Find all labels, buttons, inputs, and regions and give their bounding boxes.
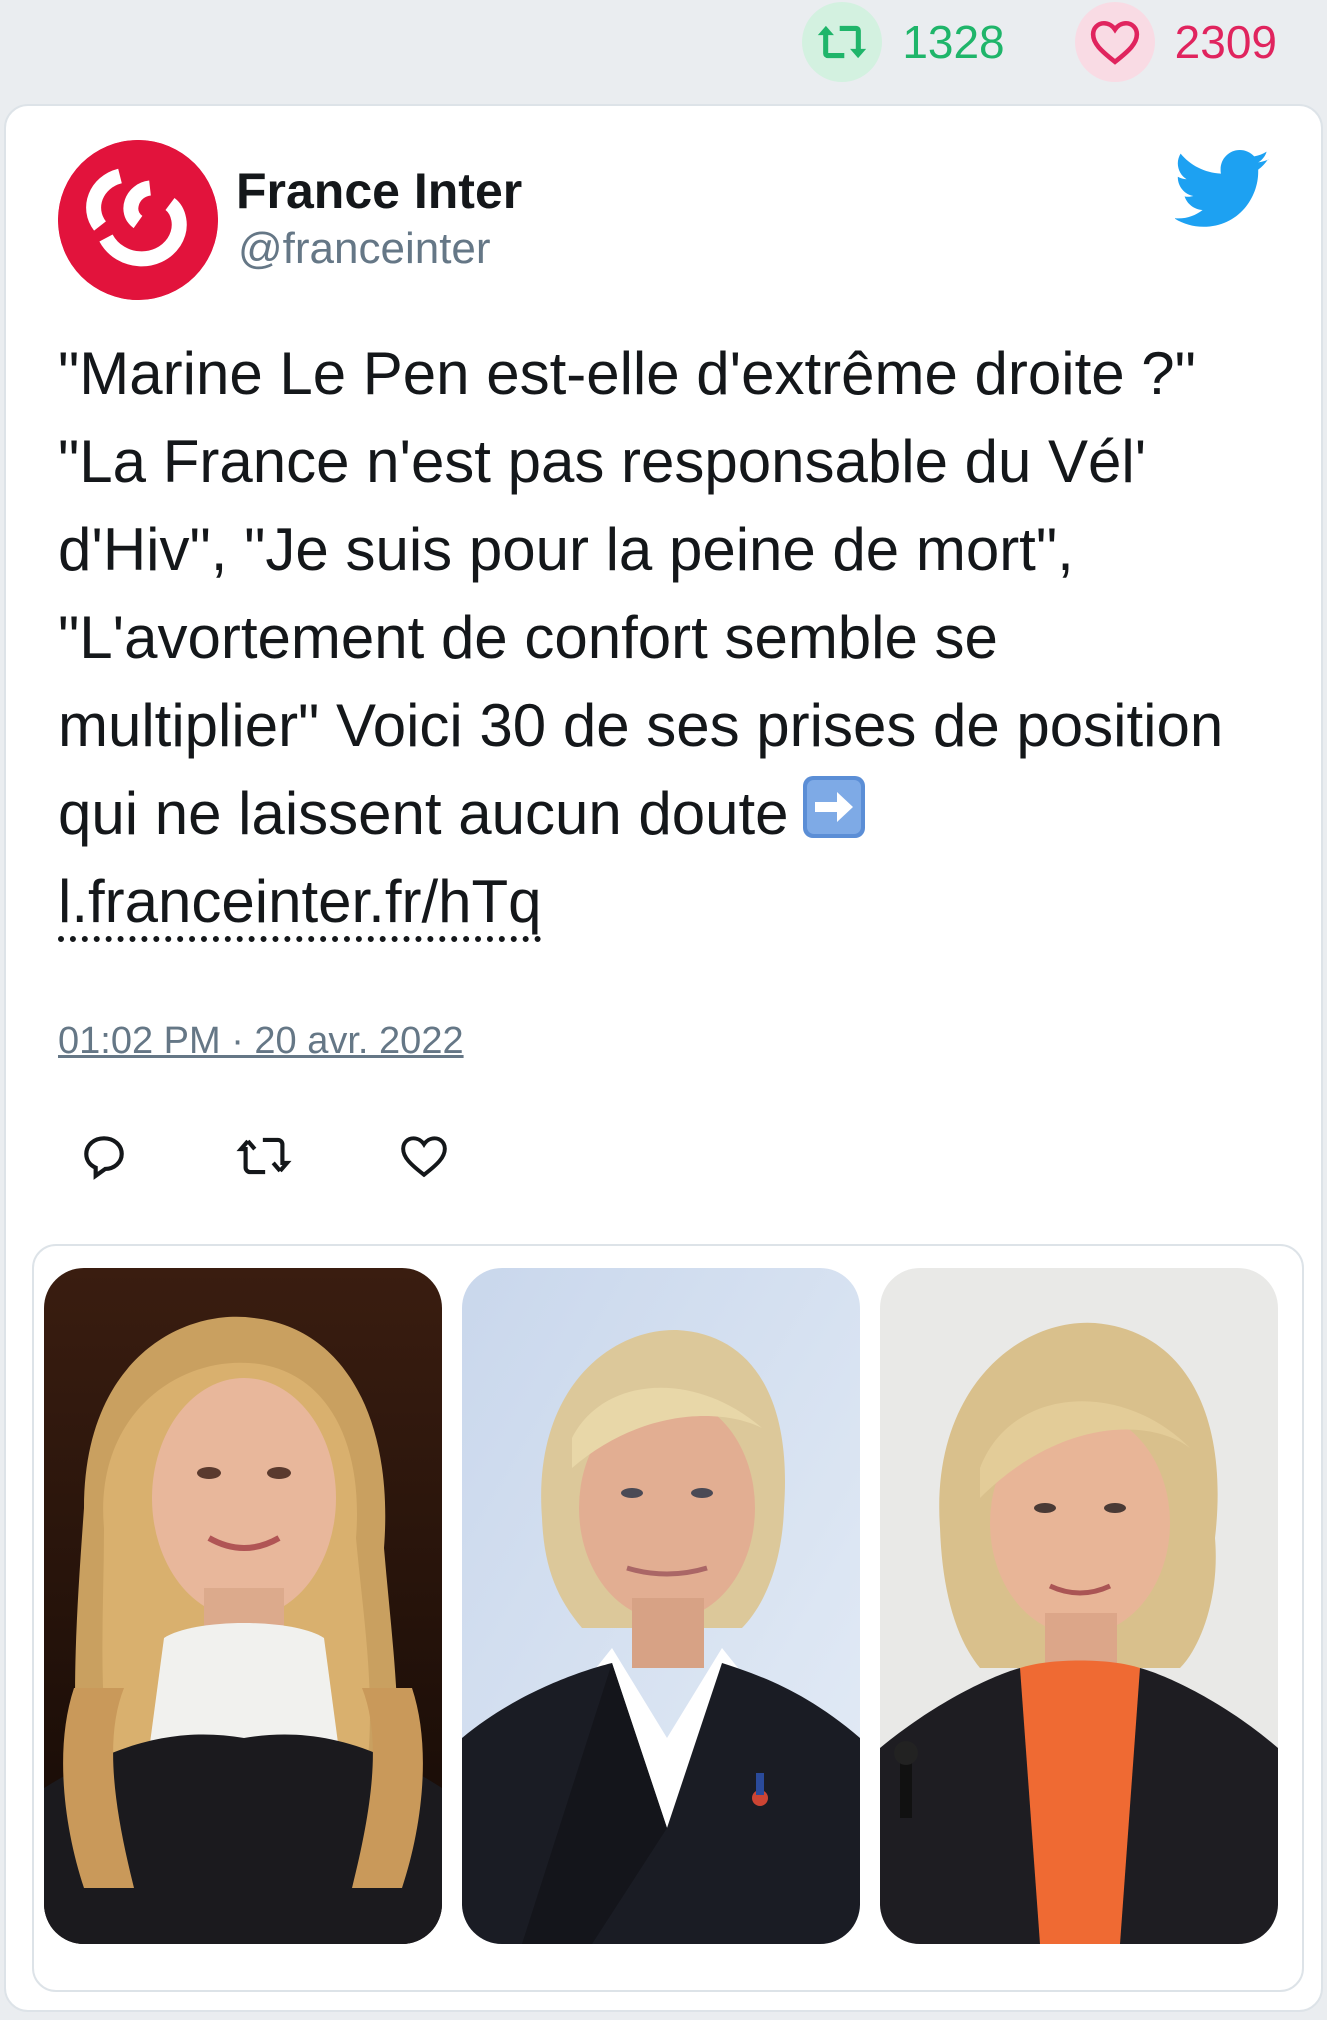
like-stat[interactable]: 2309 <box>1074 2 1277 82</box>
tweet-timestamp[interactable]: 01:02 PM · 20 avr. 2022 <box>58 1020 464 1063</box>
tweet-link[interactable]: l.franceinter.fr/hTq <box>58 868 542 935</box>
twitter-bird-icon[interactable] <box>1173 150 1271 230</box>
author-name[interactable]: France Inter <box>236 162 522 220</box>
heart-icon <box>1074 2 1155 82</box>
author-handle[interactable]: @franceinter <box>238 224 491 274</box>
tweet-actions <box>74 1126 454 1186</box>
reply-icon[interactable] <box>74 1126 134 1186</box>
retweet-icon <box>802 2 883 82</box>
tweet-page: 1328 2309 France Inter @franceinter "Mar… <box>0 0 1327 2020</box>
engagement-stats: 1328 2309 <box>802 0 1277 84</box>
retweet-icon[interactable] <box>234 1126 294 1186</box>
right-arrow-emoji-icon <box>801 774 867 840</box>
tweet-photo[interactable] <box>462 1268 860 1944</box>
tweet-photo[interactable] <box>44 1268 442 1944</box>
heart-icon[interactable] <box>394 1126 454 1186</box>
media-attachment[interactable] <box>32 1244 1304 1992</box>
france-inter-logo <box>58 140 218 300</box>
tweet-text: "Marine Le Pen est-elle d'extrême droite… <box>58 330 1268 946</box>
tweet-photo[interactable] <box>880 1268 1278 1944</box>
tweet-card: France Inter @franceinter "Marine Le Pen… <box>4 104 1323 2012</box>
like-count: 2309 <box>1174 16 1277 68</box>
avatar[interactable] <box>58 140 218 300</box>
retweet-stat[interactable]: 1328 <box>802 2 1005 82</box>
tweet-body: "Marine Le Pen est-elle d'extrême droite… <box>58 340 1224 847</box>
retweet-count: 1328 <box>902 16 1005 68</box>
